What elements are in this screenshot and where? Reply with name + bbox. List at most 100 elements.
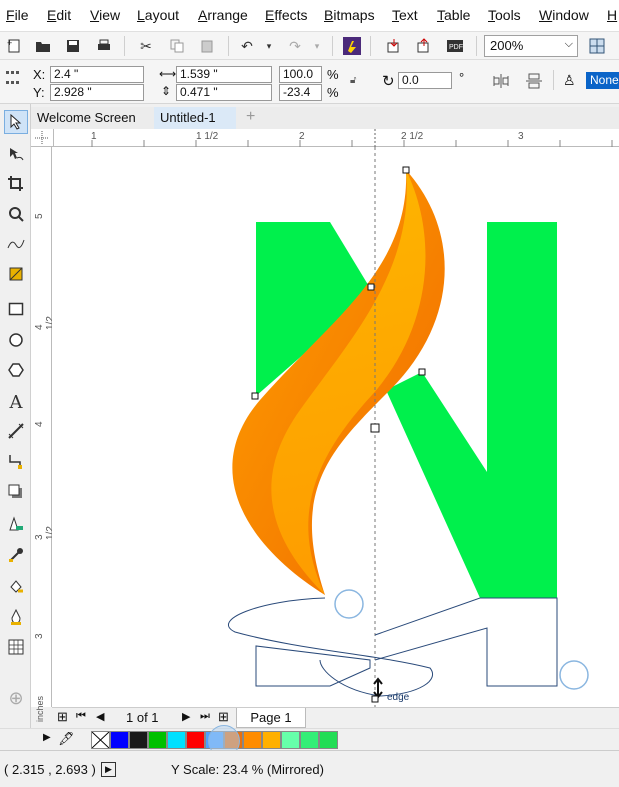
menu-window[interactable]: Window: [539, 7, 589, 23]
x-position-input[interactable]: 2.4 ": [50, 66, 144, 83]
status-expand-icon[interactable]: ▶: [101, 762, 116, 777]
cut-icon[interactable]: ✂: [135, 35, 157, 57]
color-swatch[interactable]: [110, 731, 129, 749]
smart-fill-pen-tool-icon[interactable]: [4, 605, 28, 629]
connector-tool-icon[interactable]: [4, 449, 28, 473]
open-icon[interactable]: [32, 35, 54, 57]
drop-shadow-tool-icon[interactable]: [4, 480, 28, 504]
menu-effects[interactable]: Effects: [265, 7, 308, 23]
outline-pen-icon[interactable]: ♙: [563, 72, 576, 89]
smart-fill-tool-icon[interactable]: [4, 262, 28, 286]
add-page-icon[interactable]: ⊞: [57, 709, 68, 725]
object-origin-icon[interactable]: [5, 70, 21, 86]
paste-icon[interactable]: [196, 35, 218, 57]
freehand-tool-icon[interactable]: [4, 232, 28, 256]
color-swatch[interactable]: [262, 731, 281, 749]
zoom-tool-icon[interactable]: [4, 202, 28, 226]
text-tool-icon[interactable]: A: [4, 390, 28, 414]
mirror-horizontal-icon[interactable]: [491, 72, 511, 90]
menu-help[interactable]: H: [607, 7, 617, 23]
export-icon[interactable]: [413, 35, 435, 57]
transparency-tool-icon[interactable]: [4, 512, 28, 536]
mirrored-outline-shapes[interactable]: [228, 597, 558, 697]
color-swatch[interactable]: [129, 731, 148, 749]
polygon-tool-icon[interactable]: [4, 358, 28, 382]
toolbar-separator: [370, 36, 371, 56]
copy-icon[interactable]: [166, 35, 188, 57]
rectangle-tool-icon[interactable]: [4, 297, 28, 321]
menu-text[interactable]: Text: [392, 7, 418, 23]
import-icon[interactable]: [383, 35, 405, 57]
y-position-input[interactable]: 2.928 ": [50, 84, 144, 101]
undo-dropdown-icon[interactable]: ▾: [258, 35, 280, 57]
ruler-units-text: inches: [35, 695, 45, 722]
corel-connect-icon[interactable]: [341, 35, 363, 57]
color-swatch[interactable]: [186, 731, 205, 749]
ellipse-tool-icon[interactable]: [4, 328, 28, 352]
menu-bitmaps[interactable]: Bitmaps: [324, 7, 375, 23]
toolbar-separator: [332, 36, 333, 56]
mesh-fill-tool-icon[interactable]: [4, 635, 28, 659]
tab-page-1[interactable]: Page 1: [236, 708, 306, 728]
next-page-icon[interactable]: ▶: [182, 710, 190, 723]
interactive-fill-tool-icon[interactable]: [4, 574, 28, 598]
menu-edit[interactable]: Edit: [47, 7, 71, 23]
menu-arrange[interactable]: Arrange: [198, 7, 248, 23]
palette-scroll-icon[interactable]: ▶: [43, 732, 51, 743]
vertical-ruler[interactable]: 5 4 1/2 4 3 1/2 3: [31, 147, 56, 707]
drawing-canvas[interactable]: edge: [52, 147, 619, 707]
first-page-icon[interactable]: ⏮: [76, 710, 86, 723]
menu-table[interactable]: Table: [437, 7, 470, 23]
redo-icon[interactable]: ↷: [284, 35, 306, 57]
last-page-icon[interactable]: ⏭: [200, 710, 210, 723]
parallel-dimension-tool-icon[interactable]: [4, 419, 28, 443]
save-icon[interactable]: [62, 35, 84, 57]
undo-icon[interactable]: ↶: [236, 35, 258, 57]
previous-page-icon[interactable]: ◀: [96, 710, 104, 723]
print-icon[interactable]: [93, 35, 115, 57]
new-icon[interactable]: +: [3, 35, 25, 57]
page-count: 1 of 1: [126, 710, 159, 725]
width-input[interactable]: 1.539 ": [176, 66, 272, 83]
chevron-down-icon: ⌵: [564, 38, 573, 50]
ruler-units-label: inches: [31, 690, 52, 728]
horizontal-ruler[interactable]: 1 1 1/2 2 2 1/2 3: [54, 129, 619, 147]
add-tool-icon[interactable]: ⊕: [4, 686, 28, 710]
scale-cursor-icon: [371, 677, 383, 703]
lock-ratio-icon[interactable]: 🔓︎: [350, 75, 356, 86]
scale-y-input[interactable]: -23.4: [279, 84, 322, 101]
tab-welcome-screen[interactable]: Welcome Screen: [31, 107, 154, 129]
scale-x-input[interactable]: 100.0: [279, 66, 322, 83]
menu-tools[interactable]: Tools: [488, 7, 521, 23]
menu-layout[interactable]: Layout: [137, 7, 179, 23]
redo-dropdown-icon[interactable]: ▾: [306, 35, 328, 57]
shape-tool-icon[interactable]: [4, 142, 28, 166]
outline-width-input[interactable]: None: [586, 72, 619, 89]
horizontal-ruler-ticks: [91, 129, 613, 147]
snap-to-icon[interactable]: [586, 35, 608, 57]
add-tab-icon[interactable]: +: [240, 105, 261, 127]
publish-pdf-icon[interactable]: PDF: [444, 35, 466, 57]
menu-file[interactable]: File: [6, 7, 29, 23]
no-color-swatch[interactable]: [91, 731, 110, 749]
ruler-origin[interactable]: [31, 129, 54, 147]
color-swatch[interactable]: [148, 731, 167, 749]
pick-tool-icon[interactable]: [4, 110, 28, 134]
color-swatch[interactable]: [319, 731, 338, 749]
crop-tool-icon[interactable]: [4, 172, 28, 196]
height-input[interactable]: 0.471 ": [176, 84, 272, 101]
page-navigator: ⊞ ⏮ ◀ 1 of 1 ▶ ⏭ ⊞ Page 1: [52, 707, 619, 728]
color-swatch[interactable]: [300, 731, 319, 749]
menu-view[interactable]: View: [90, 7, 120, 23]
add-page-after-icon[interactable]: ⊞: [218, 709, 229, 725]
tab-untitled-1[interactable]: Untitled-1: [154, 107, 236, 129]
rotation-angle-input[interactable]: 0.0: [398, 72, 452, 89]
zoom-level-combo[interactable]: 200% ⌵: [484, 35, 578, 57]
color-swatch[interactable]: [243, 731, 262, 749]
color-eyedropper-tool-icon[interactable]: [4, 543, 28, 567]
eyedropper-icon[interactable]: 🖋︎: [58, 731, 75, 747]
mirror-vertical-icon[interactable]: [524, 72, 544, 90]
color-swatch[interactable]: [167, 731, 186, 749]
toolbox: A ⊕: [0, 104, 31, 728]
color-swatch[interactable]: [281, 731, 300, 749]
